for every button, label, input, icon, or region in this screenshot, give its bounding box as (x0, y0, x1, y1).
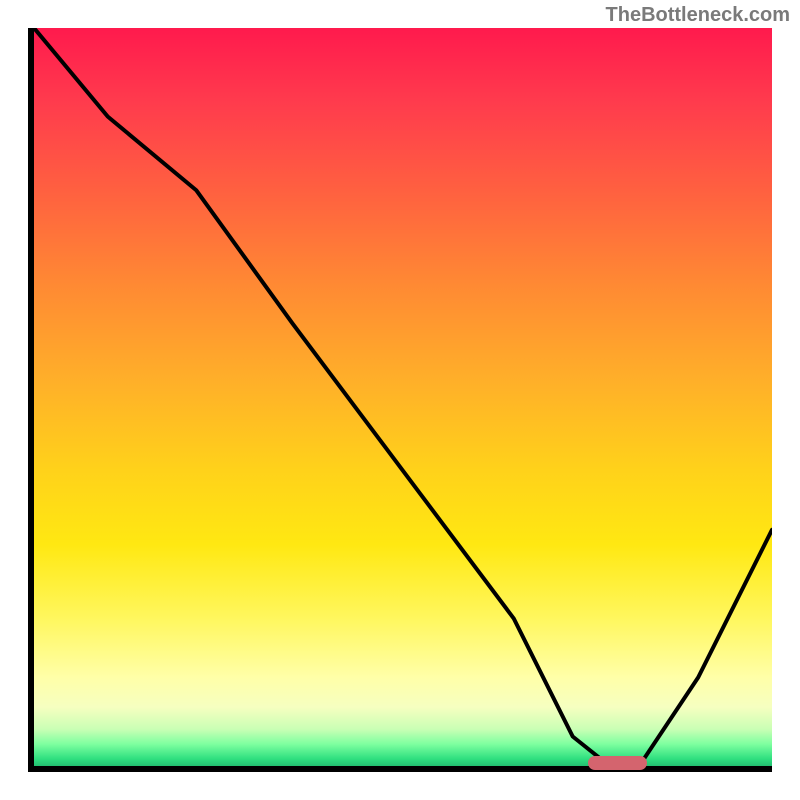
plot-area (28, 28, 772, 772)
chart-container: TheBottleneck.com (0, 0, 800, 800)
valley-marker (588, 756, 647, 770)
bottleneck-curve (34, 28, 772, 766)
watermark-text: TheBottleneck.com (606, 4, 790, 27)
